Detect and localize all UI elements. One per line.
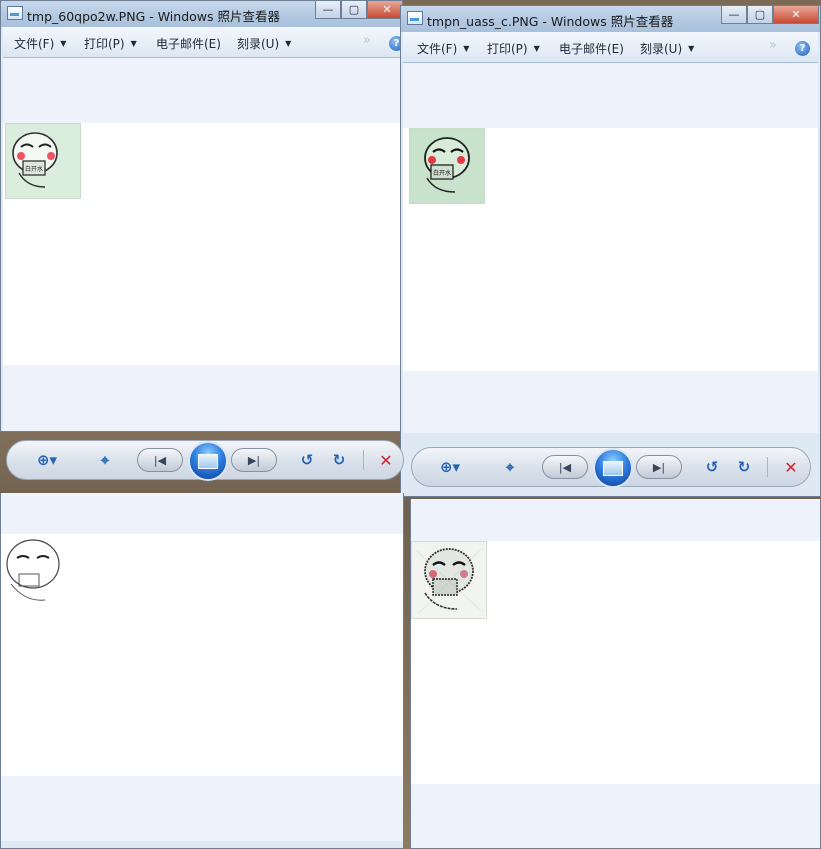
previous-icon: |◀ <box>153 453 167 467</box>
cartoon-face-icon: 白开水 <box>424 137 470 193</box>
menu-file[interactable]: 文件(F) ▼ <box>14 35 66 52</box>
chevron-down-icon: ▼ <box>60 39 67 48</box>
photo-viewer-app-icon <box>407 11 423 25</box>
image-viewport <box>1 493 403 841</box>
rotate-counterclockwise-icon[interactable]: ↺ <box>700 457 724 477</box>
menu-burn[interactable]: 刻录(U) ▼ <box>237 35 291 52</box>
menu-file-label: 文件(F) <box>14 37 55 51</box>
menu-burn[interactable]: 刻录(U) ▼ <box>640 40 694 57</box>
delete-icon[interactable]: ✕ <box>779 457 803 477</box>
menu-email-label: 电子邮件(E) <box>559 42 624 56</box>
menu-burn-label: 刻录(U) <box>640 42 683 56</box>
meme-thumbnail-lineart <box>1 534 71 608</box>
cartoon-face-noisy-icon <box>416 548 482 614</box>
meme-thumbnail: 白开水 <box>409 128 485 204</box>
title-bar[interactable]: tmpn_uass_c.PNG - Windows 照片查看器 — ▢ ✕ <box>401 6 820 32</box>
next-icon: ▶| <box>652 460 666 474</box>
photo-viewer-window-4 <box>410 499 821 849</box>
slideshow-button[interactable] <box>593 448 633 488</box>
rotate-clockwise-icon[interactable]: ↻ <box>732 457 756 477</box>
close-button[interactable]: ✕ <box>367 1 402 19</box>
meme-thumbnail-noisy <box>411 541 487 619</box>
menu-file-label: 文件(F) <box>417 42 458 56</box>
menu-bar: 文件(F) ▼ 打印(P) ▼ 电子邮件(E) 刻录(U) ▼ » ? <box>3 27 402 58</box>
delete-icon[interactable]: ✕ <box>374 450 398 470</box>
previous-button[interactable]: |◀ <box>137 448 183 472</box>
image-canvas <box>1 534 403 776</box>
chevron-down-icon: ▼ <box>533 44 540 53</box>
help-icon[interactable]: ? <box>795 41 810 56</box>
svg-text:白开水: 白开水 <box>25 165 43 173</box>
menu-email-label: 电子邮件(E) <box>156 37 221 51</box>
viewer-toolbar: ⊕▾ ⌖ |◀ ▶| ↺ ↻ ✕ <box>6 440 404 481</box>
photo-viewer-app-icon <box>7 6 23 20</box>
toolbar-separator <box>767 457 768 477</box>
svg-text:白开水: 白开水 <box>433 169 451 177</box>
actual-size-icon[interactable]: ⌖ <box>498 457 522 477</box>
toolbar-separator <box>363 450 364 470</box>
window-title: tmpn_uass_c.PNG - Windows 照片查看器 <box>427 14 674 29</box>
image-viewport <box>411 499 820 848</box>
menu-print-label: 打印(P) <box>84 37 125 51</box>
viewer-toolbar: ⊕▾ ⌖ |◀ ▶| ↺ ↻ ✕ <box>411 447 811 488</box>
menu-print[interactable]: 打印(P) ▼ <box>84 35 137 52</box>
close-button[interactable]: ✕ <box>773 6 819 24</box>
previous-button[interactable]: |◀ <box>542 455 588 479</box>
image-canvas: 白开水 <box>403 128 818 371</box>
menu-file[interactable]: 文件(F) ▼ <box>417 40 469 57</box>
minimize-button[interactable]: — <box>721 6 747 24</box>
chevron-down-icon: ▼ <box>130 39 137 48</box>
window-title: tmp_60qpo2w.PNG - Windows 照片查看器 <box>27 9 280 24</box>
rotate-clockwise-icon[interactable]: ↻ <box>327 450 351 470</box>
photo-viewer-window-3 <box>0 493 404 849</box>
actual-size-icon[interactable]: ⌖ <box>93 450 117 470</box>
menu-bar: 文件(F) ▼ 打印(P) ▼ 电子邮件(E) 刻录(U) ▼ » ? <box>403 32 818 63</box>
title-bar[interactable]: tmp_60qpo2w.PNG - Windows 照片查看器 — ▢ ✕ <box>1 1 402 27</box>
previous-icon: |◀ <box>558 460 572 474</box>
slideshow-icon <box>198 453 218 469</box>
image-canvas: 白开水 <box>3 123 400 365</box>
chevron-down-icon: ▼ <box>688 44 695 53</box>
next-button[interactable]: ▶| <box>231 448 277 472</box>
chevron-down-icon: ▼ <box>285 39 292 48</box>
minimize-button[interactable]: — <box>315 1 341 19</box>
zoom-icon[interactable]: ⊕▾ <box>438 457 462 477</box>
cartoon-face-icon: 白开水 <box>12 132 58 188</box>
image-canvas <box>411 541 820 784</box>
photo-viewer-window-1: tmp_60qpo2w.PNG - Windows 照片查看器 — ▢ ✕ 文件… <box>0 0 403 432</box>
menu-print[interactable]: 打印(P) ▼ <box>487 40 540 57</box>
maximize-button[interactable]: ▢ <box>747 6 773 24</box>
overflow-chevron-icon[interactable]: » <box>769 38 777 53</box>
menu-email[interactable]: 电子邮件(E) <box>156 35 221 52</box>
menu-email[interactable]: 电子邮件(E) <box>559 40 624 57</box>
zoom-icon[interactable]: ⊕▾ <box>35 450 59 470</box>
image-viewport: 白开水 <box>3 58 400 431</box>
next-icon: ▶| <box>247 453 261 467</box>
image-viewport: 白开水 <box>403 63 818 433</box>
menu-print-label: 打印(P) <box>487 42 528 56</box>
menu-burn-label: 刻录(U) <box>237 37 280 51</box>
cartoon-face-lineart-icon <box>6 539 60 601</box>
meme-thumbnail: 白开水 <box>5 123 81 199</box>
slideshow-button[interactable] <box>188 441 228 481</box>
maximize-button[interactable]: ▢ <box>341 1 367 19</box>
overflow-chevron-icon[interactable]: » <box>363 33 371 48</box>
slideshow-icon <box>603 460 623 476</box>
next-button[interactable]: ▶| <box>636 455 682 479</box>
rotate-counterclockwise-icon[interactable]: ↺ <box>295 450 319 470</box>
photo-viewer-window-2: tmpn_uass_c.PNG - Windows 照片查看器 — ▢ ✕ 文件… <box>400 5 821 497</box>
chevron-down-icon: ▼ <box>463 44 470 53</box>
